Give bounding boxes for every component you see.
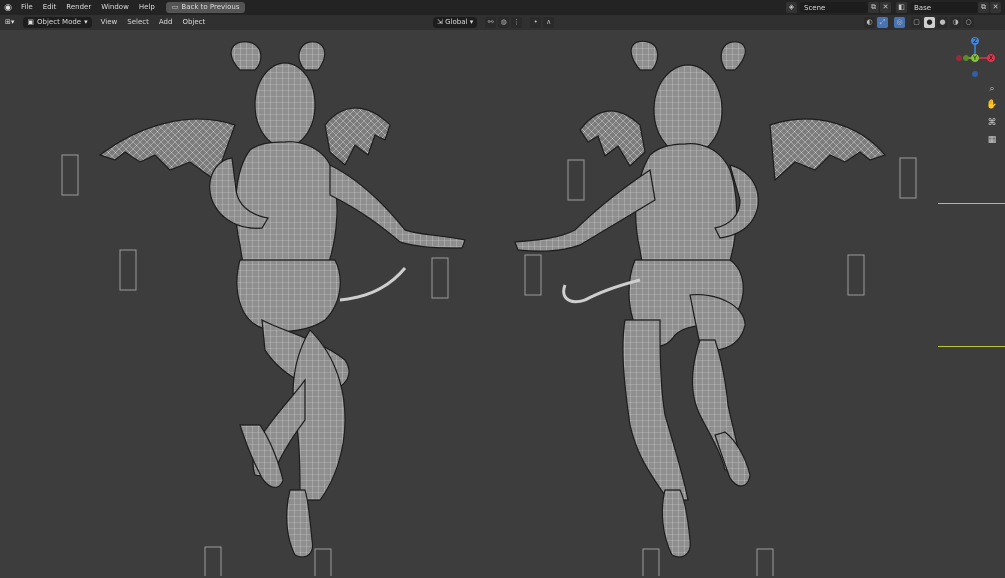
scene-selector[interactable]: Scene [800, 2, 868, 13]
xray-icon[interactable]: ▢ [911, 17, 922, 28]
close-view-layer-icon[interactable]: ✕ [990, 2, 1001, 13]
menu-file[interactable]: File [16, 0, 38, 15]
menu-help[interactable]: Help [134, 0, 160, 15]
pivot-icon[interactable]: ⚯ [485, 17, 497, 28]
menu-select[interactable]: Select [122, 15, 154, 30]
object-mode-dropdown[interactable]: ▣ Object Mode ▾ [23, 17, 92, 28]
menu-view[interactable]: View [96, 15, 123, 30]
gizmo-neg-z-axis[interactable] [972, 71, 978, 77]
new-view-layer-icon[interactable]: ⧉ [978, 2, 989, 13]
scene-label: Scene [804, 3, 826, 12]
pan-hand-icon[interactable]: ✋ [985, 98, 999, 112]
screen-icon: ▭ [171, 3, 179, 11]
menu-edit[interactable]: Edit [38, 0, 62, 15]
visibility-icon[interactable]: ◐ [864, 17, 875, 28]
gizmo-y-label: Y [972, 55, 977, 62]
view-layer-icon[interactable]: ◧ [896, 2, 907, 13]
chevron-down-icon: ▾ [469, 18, 474, 26]
transform-controls: ⇲ Global ▾ ⚯ ◍ ⋮ • ∧ [433, 17, 555, 28]
rendered-shading-icon[interactable]: ○ [963, 17, 974, 28]
gizmo-toggle-icon[interactable]: ⤢ [877, 17, 888, 28]
new-scene-icon[interactable]: ⧉ [868, 2, 879, 13]
editor-type-icon[interactable]: ⊞▾ [0, 15, 19, 30]
proportional-edit-icon[interactable]: • [530, 17, 542, 28]
view-layer-selector[interactable]: Base [910, 2, 978, 13]
guide-line [938, 346, 1005, 347]
back-to-previous-button[interactable]: ▭ Back to Previous [165, 2, 246, 13]
view-layer-label: Base [914, 3, 932, 12]
shading-controls: ◐ ⤢ ◎ ▢ ● ● ◑ ○ [864, 17, 974, 28]
back-to-previous-label: Back to Previous [181, 3, 240, 11]
falloff-icon[interactable]: ∧ [543, 17, 555, 28]
3d-viewport[interactable] [0, 30, 1005, 578]
navigation-gizmo[interactable]: Z Y X [953, 36, 997, 80]
grid-icon[interactable]: ▦ [985, 133, 999, 147]
menu-add[interactable]: Add [154, 15, 178, 30]
scene-icon[interactable]: ◈ [786, 2, 797, 13]
armature-markers[interactable] [61, 154, 917, 578]
viewport-canvas[interactable] [0, 30, 1005, 578]
menu-render[interactable]: Render [61, 0, 96, 15]
gizmo-z-label: Z [973, 38, 977, 45]
orientation-label: Global [445, 18, 468, 26]
orientation-dropdown[interactable]: ⇲ Global ▾ [433, 17, 478, 28]
blender-logo-icon[interactable]: ◉ [0, 3, 16, 13]
wireframe-shading-icon[interactable]: ● [924, 17, 935, 28]
character-mesh-front[interactable] [98, 41, 466, 558]
camera-icon[interactable]: ⌘ [985, 116, 999, 130]
chevron-down-icon: ▾ [84, 18, 88, 26]
solid-shading-icon[interactable]: ● [937, 17, 948, 28]
menu-window[interactable]: Window [96, 0, 134, 15]
object-mode-label: Object Mode [37, 18, 82, 26]
orientation-icon: ⇲ [437, 18, 443, 26]
character-mesh-back[interactable] [514, 40, 887, 558]
gizmo-neg-x-axis[interactable] [956, 55, 962, 61]
zoom-icon[interactable]: ⌕ [985, 82, 999, 96]
object-mode-icon: ▣ [27, 18, 35, 26]
material-shading-icon[interactable]: ◑ [950, 17, 961, 28]
snap-target-icon[interactable]: ⋮ [511, 17, 523, 28]
overlays-icon[interactable]: ◎ [894, 17, 905, 28]
gizmo-neg-y-axis[interactable] [963, 55, 969, 61]
guide-line [938, 203, 1005, 204]
gizmo-x-label: X [989, 55, 993, 62]
close-scene-icon[interactable]: ✕ [880, 2, 891, 13]
snap-icon[interactable]: ◍ [498, 17, 510, 28]
menu-object[interactable]: Object [177, 15, 210, 30]
